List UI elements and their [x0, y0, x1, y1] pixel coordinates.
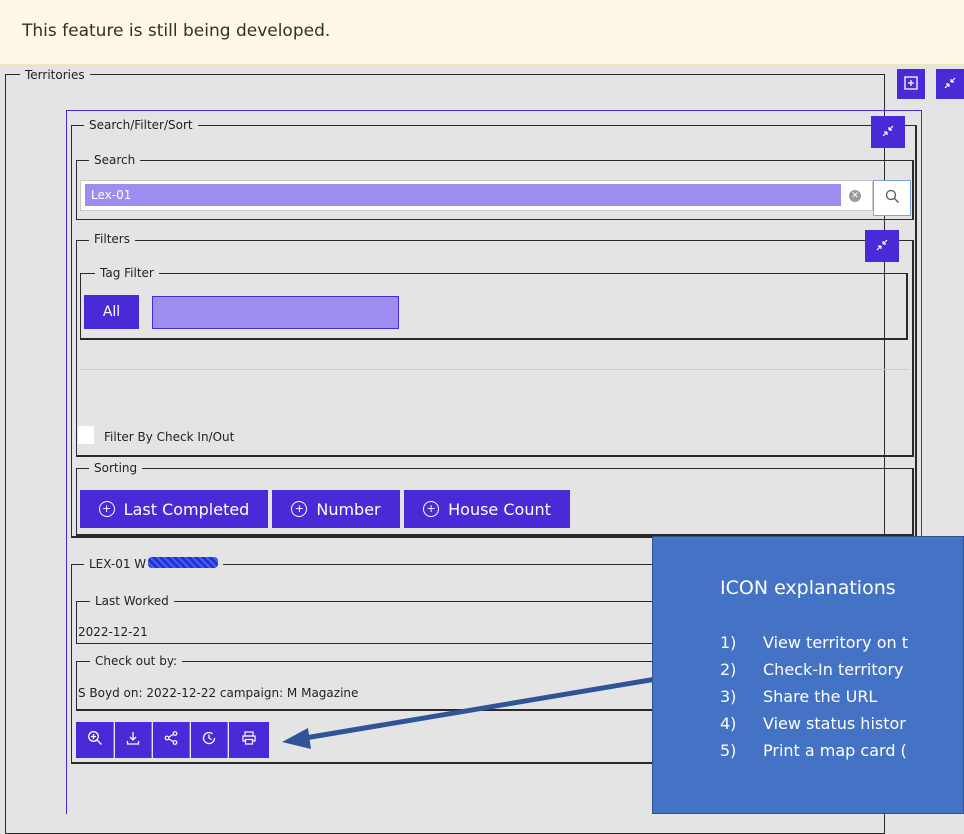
search-filter-sort-legend: Search/Filter/Sort [84, 118, 198, 132]
download-icon [125, 730, 141, 750]
sort-button-label: House Count [448, 499, 551, 519]
callout-item-number: 4) [720, 714, 737, 733]
callout-item-text: View status histor [763, 714, 906, 733]
search-icon [885, 189, 900, 208]
clear-circle-icon: ✕ [851, 191, 859, 201]
last-worked-value: 2022-12-21 [78, 625, 148, 639]
check-out-value: S Boyd on: 2022-12-22 campaign: M Magazi… [78, 686, 359, 700]
clear-search-button[interactable]: ✕ [849, 190, 861, 202]
callout-item-number: 3) [720, 687, 737, 706]
sort-number-button[interactable]: + Number [272, 490, 400, 528]
collapse-search-filter-sort-button[interactable] [871, 116, 905, 148]
collapse-icon [875, 237, 889, 256]
collapse-icon [881, 123, 895, 142]
check-in-out-checkbox[interactable] [78, 426, 94, 444]
plus-circle-icon: + [98, 501, 115, 517]
filters-legend: Filters [89, 232, 135, 246]
callout-item-text: Share the URL [763, 687, 878, 706]
search-legend: Search [89, 153, 141, 167]
sort-button-label: Last Completed [123, 499, 250, 519]
collapse-territories-button[interactable] [936, 69, 964, 99]
share-icon [163, 730, 179, 750]
sort-button-label: Number [316, 499, 381, 519]
callout-item: 4) View status histor [720, 714, 906, 733]
view-territory-button[interactable] [76, 722, 114, 758]
filters-divider [80, 369, 910, 370]
dev-notice-banner: This feature is still being developed. [0, 0, 964, 65]
territory-card-title: LEX-01 W [89, 557, 147, 571]
callout-item-text: Print a map card ( [763, 741, 907, 760]
status-history-button[interactable] [191, 722, 228, 758]
last-worked-legend: Last Worked [90, 594, 174, 608]
zoom-in-icon [87, 730, 103, 750]
collapse-icon [943, 75, 957, 94]
search-button[interactable] [873, 180, 911, 216]
callout-item: 1) View territory on t [720, 633, 908, 652]
plus-square-icon [904, 75, 918, 94]
callout-item-text: View territory on t [763, 633, 908, 652]
share-url-button[interactable] [153, 722, 190, 758]
callout-item-number: 2) [720, 660, 737, 679]
sort-house-count-button[interactable]: + House Count [404, 490, 570, 528]
tag-filter-legend: Tag Filter [95, 266, 159, 280]
search-input[interactable]: Lex-01 [85, 184, 841, 206]
print-map-card-button[interactable] [229, 722, 269, 758]
check-in-territory-button[interactable] [115, 722, 152, 758]
callout-title: ICON explanations [720, 577, 896, 599]
sort-last-completed-button[interactable]: + Last Completed [80, 490, 268, 528]
callout-item-number: 5) [720, 741, 737, 760]
redacted-scribble [148, 557, 219, 568]
check-in-out-label: Filter By Check In/Out [104, 430, 235, 444]
callout-item-text: Check-In territory [763, 660, 904, 679]
callout-item: 2) Check-In territory [720, 660, 903, 679]
check-out-legend: Check out by: [90, 654, 183, 668]
add-territory-button[interactable] [897, 69, 925, 99]
callout-item-number: 1) [720, 633, 737, 652]
territory-card-legend: LEX-01 W [84, 557, 224, 571]
tag-filter-input[interactable] [152, 296, 399, 329]
territories-legend: Territories [20, 68, 90, 82]
callout-item: 3) Share the URL [720, 687, 877, 706]
plus-circle-icon: + [291, 501, 308, 517]
sorting-legend: Sorting [89, 461, 143, 475]
icon-explanations-callout: ICON explanations 1) View territory on t … [652, 536, 964, 814]
history-icon [201, 730, 217, 750]
callout-item: 5) Print a map card ( [720, 741, 907, 760]
print-icon [241, 730, 257, 750]
tag-filter-all-button[interactable]: All [84, 295, 139, 329]
collapse-filters-button[interactable] [865, 230, 899, 262]
dev-notice-text: This feature is still being developed. [22, 21, 331, 41]
plus-circle-icon: + [423, 501, 440, 517]
